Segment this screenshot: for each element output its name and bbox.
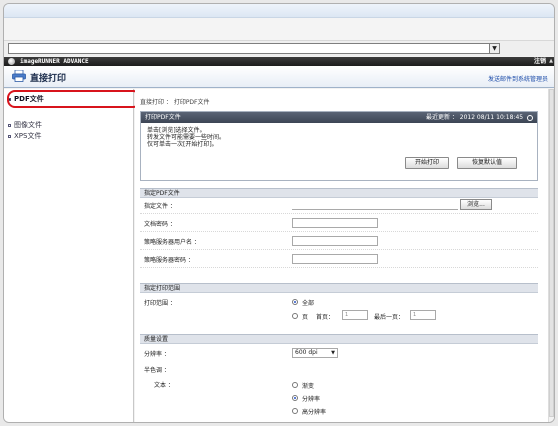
policy-server-username-input[interactable] (292, 236, 378, 246)
quality-section: 质量设置 分辨率 ： 600 dpi ▼ 半色调 ： 文本 ： 渐变 分辨率 高… (140, 334, 538, 422)
section-title: 指定打印范围 (140, 283, 538, 293)
last-page-label: 最后一页： (374, 314, 405, 321)
sidebar-item-xps[interactable]: XPS文件 (8, 131, 41, 141)
text-high-resolution-label: 高分辨率 (302, 409, 327, 416)
page-title: 直接打印 (30, 74, 67, 84)
app-title: imageRUNNER ADVANCE (20, 58, 89, 65)
chevron-down-icon: ▼ (331, 350, 335, 356)
canon-logo-icon (8, 58, 15, 65)
file-section: 指定PDF文件 指定文件 ： 浏览... 文档密码 ： 策略服务器用户名 ： 策… (140, 188, 538, 274)
text-gradation-label: 渐变 (302, 383, 315, 390)
first-page-input[interactable]: 1 (342, 310, 368, 320)
text-resolution-label: 分辨率 (302, 396, 321, 403)
selection-highlight (7, 90, 141, 108)
bullet-icon (8, 123, 11, 127)
file-row: 指定文件 ： 浏览... (140, 198, 538, 214)
page-header: 直接打印 发送邮件到系统管理员 (4, 66, 554, 88)
section-title: 指定PDF文件 (140, 188, 538, 198)
instruction-message: 单击[浏览]选择文件。 转发文件可能需要一些时间。 仅可单击一次[开始打印]。 (147, 127, 226, 148)
browser-window: ▼ imageRUNNER ADVANCE 注销 ▲ 直接打印 发送邮件到系统管… (3, 3, 555, 423)
browser-toolbar (4, 18, 554, 40)
panel-header: 打印PDF文件 最近更新 ： 2012 08/11 10:18:45 (141, 112, 537, 123)
app-bar: imageRUNNER ADVANCE 注销 ▲ (4, 57, 554, 66)
browser-titlebar (4, 4, 554, 18)
range-all-radio[interactable] (292, 299, 298, 305)
halftone-label: 半色调 ： (144, 367, 170, 374)
last-updated: 最近更新 ： 2012 08/11 10:18:45 (426, 112, 533, 123)
address-dropdown-button[interactable]: ▼ (489, 43, 500, 54)
resolution-select[interactable]: 600 dpi ▼ (292, 348, 338, 358)
text-high-resolution-radio[interactable] (292, 408, 298, 414)
bullet-icon (8, 134, 11, 138)
policy-server-password-input[interactable] (292, 254, 378, 264)
range-all-label: 全部 (302, 300, 315, 307)
restore-defaults-button[interactable]: 恢复默认值 (457, 157, 517, 169)
file-path-input[interactable] (292, 200, 458, 210)
start-print-button[interactable]: 开始打印 (405, 157, 449, 169)
section-title: 质量设置 (140, 334, 538, 344)
last-page-input[interactable]: 1 (410, 310, 436, 320)
sidebar-item-label: XPS文件 (14, 132, 42, 140)
sidebar-item-label: 图像文件 (14, 121, 42, 129)
document-password-input[interactable] (292, 218, 378, 228)
logout-link[interactable]: 注销 (534, 57, 546, 66)
range-section: 指定打印范围 打印范围 ： 全部 页 首页： 1 最后一页： 1 (140, 283, 538, 327)
scrollbar-thumb[interactable] (549, 89, 554, 417)
vertical-scrollbar[interactable] (548, 89, 554, 422)
resolution-label: 分辨率 ： (144, 351, 170, 358)
breadcrumb: 直接打印 ： 打印PDF文件 (140, 99, 210, 106)
policy-user-row: 策略服务器用户名 ： (140, 234, 538, 250)
chevron-down-icon: ▼ (492, 45, 497, 52)
range-pages-label: 页 (302, 314, 309, 321)
text-resolution-radio[interactable] (292, 395, 298, 401)
policy-password-row: 策略服务器密码 ： (140, 252, 538, 268)
doc-password-row: 文档密码 ： (140, 216, 538, 232)
mail-admin-link[interactable]: 发送邮件到系统管理员 (488, 74, 548, 83)
range-pages-radio[interactable] (292, 313, 298, 319)
text-gradation-radio[interactable] (292, 382, 298, 388)
browse-button[interactable]: 浏览... (460, 199, 492, 210)
text-label: 文本 ： (154, 382, 174, 389)
first-page-label: 首页： (316, 314, 335, 321)
printer-icon (12, 70, 26, 82)
sidebar-item-image[interactable]: 图像文件 (8, 120, 42, 130)
address-input[interactable]: ▼ (8, 43, 500, 54)
panel-title: 打印PDF文件 (145, 114, 181, 121)
print-pdf-panel: 打印PDF文件 最近更新 ： 2012 08/11 10:18:45 单击[浏览… (140, 111, 538, 181)
main-content: 直接打印 ： 打印PDF文件 打印PDF文件 最近更新 ： 2012 08/11… (135, 89, 548, 422)
address-bar: ▼ (4, 40, 554, 56)
scroll-up-icon[interactable]: ▲ (548, 57, 554, 66)
refresh-icon[interactable] (527, 114, 533, 121)
sidebar: PDF文件 图像文件 XPS文件 (4, 89, 134, 422)
